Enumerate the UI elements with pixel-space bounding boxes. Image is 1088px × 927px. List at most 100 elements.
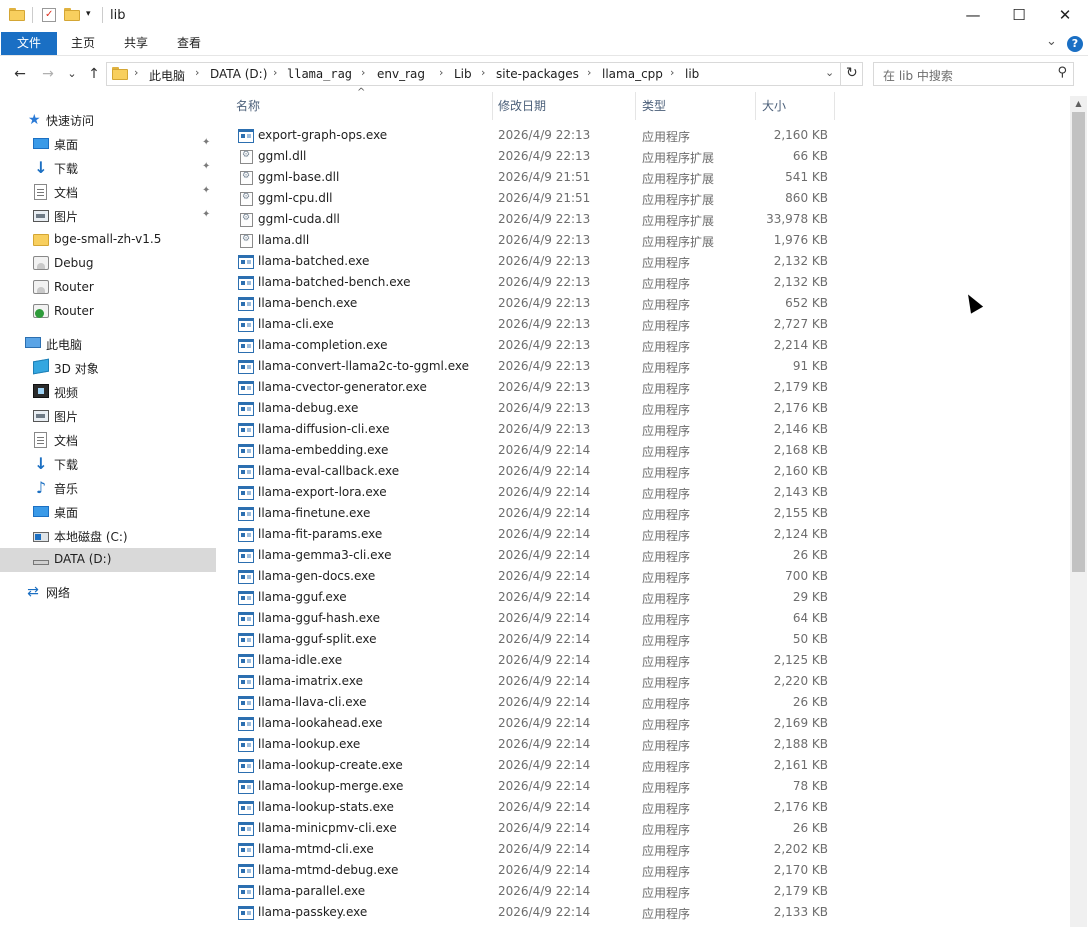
file-row[interactable]: llama-lookahead.exe 2026/4/9 22:14 应用程序 2,1… bbox=[218, 714, 1070, 735]
column-divider[interactable] bbox=[834, 92, 835, 120]
tab-file[interactable]: 文件 bbox=[1, 32, 57, 55]
forward-button[interactable]: → bbox=[38, 64, 58, 84]
breadcrumb-site-packages[interactable]: site-packages bbox=[496, 67, 579, 81]
sidebar-item-desktop[interactable]: 桌面 ✦ bbox=[0, 132, 216, 156]
breadcrumb-llama-rag[interactable]: llama_rag bbox=[287, 67, 352, 81]
column-header-date[interactable]: 修改日期 bbox=[498, 92, 633, 120]
column-header-name[interactable]: 名称 bbox=[236, 92, 491, 120]
sidebar-item-label: 3D 对象 bbox=[54, 362, 99, 376]
breadcrumb-lib[interactable]: Lib bbox=[454, 67, 472, 81]
file-row[interactable]: llama-cvector-generator.exe 2026/4/9 22:1… bbox=[218, 378, 1070, 399]
file-row[interactable]: llama-diffusion-cli.exe 2026/4/9 22:13 应用程… bbox=[218, 420, 1070, 441]
column-divider[interactable] bbox=[492, 92, 493, 120]
breadcrumb-llama-cpp[interactable]: llama_cpp bbox=[602, 67, 663, 81]
file-row[interactable]: llama-completion.exe 2026/4/9 22:13 应用程序 2,… bbox=[218, 336, 1070, 357]
file-row[interactable]: llama-llava-cli.exe 2026/4/9 22:14 应用程序 26 … bbox=[218, 693, 1070, 714]
file-row[interactable]: llama-bench.exe 2026/4/9 22:13 应用程序 652 KB bbox=[218, 294, 1070, 315]
file-row[interactable]: llama-gguf.exe 2026/4/9 22:14 应用程序 29 KB bbox=[218, 588, 1070, 609]
vertical-scrollbar[interactable]: ▲ bbox=[1070, 96, 1087, 927]
file-row[interactable]: llama-export-lora.exe 2026/4/9 22:14 应用程序 2… bbox=[218, 483, 1070, 504]
close-button[interactable]: ✕ bbox=[1042, 0, 1088, 30]
back-button[interactable]: ← bbox=[10, 64, 30, 84]
column-divider[interactable] bbox=[755, 92, 756, 120]
properties-icon[interactable]: ✓ bbox=[42, 8, 56, 22]
file-row[interactable]: llama-minicpmv-cli.exe 2026/4/9 22:14 应用程序… bbox=[218, 819, 1070, 840]
file-row[interactable]: llama-passkey.exe 2026/4/9 22:14 应用程序 2,133… bbox=[218, 903, 1070, 924]
file-row[interactable]: llama-gen-docs.exe 2026/4/9 22:14 应用程序 700 … bbox=[218, 567, 1070, 588]
new-folder-icon[interactable] bbox=[64, 8, 80, 21]
file-row[interactable]: llama-lookup-stats.exe 2026/4/9 22:14 应用程序… bbox=[218, 798, 1070, 819]
file-row[interactable]: llama-idle.exe 2026/4/9 22:14 应用程序 2,125 KB bbox=[218, 651, 1070, 672]
sidebar-item-downloads[interactable]: ↓ 下载 ✦ bbox=[0, 156, 216, 180]
file-row[interactable]: llama-lookup-create.exe 2026/4/9 22:14 应用程… bbox=[218, 756, 1070, 777]
file-row[interactable]: llama-gguf-hash.exe 2026/4/9 22:14 应用程序 64 … bbox=[218, 609, 1070, 630]
file-row[interactable]: llama-batched.exe 2026/4/9 22:13 应用程序 2,132… bbox=[218, 252, 1070, 273]
file-row[interactable]: llama-gguf-split.exe 2026/4/9 22:14 应用程序 50… bbox=[218, 630, 1070, 651]
sidebar-item-bge[interactable]: bge-small-zh-v1.5 bbox=[0, 228, 216, 252]
file-row[interactable]: llama-mtmd-debug.exe 2026/4/9 22:14 应用程序 2,… bbox=[218, 861, 1070, 882]
file-row[interactable]: llama-cli.exe 2026/4/9 22:13 应用程序 2,727 KB bbox=[218, 315, 1070, 336]
search-input[interactable]: 在 lib 中搜索 bbox=[883, 67, 953, 84]
file-row[interactable]: llama-lookup-merge.exe 2026/4/9 22:14 应用程序… bbox=[218, 777, 1070, 798]
file-row[interactable]: ggml-cpu.dll 2026/4/9 21:51 应用程序扩展 860 KB bbox=[218, 189, 1070, 210]
file-row[interactable]: llama-debug.exe 2026/4/9 22:13 应用程序 2,176 K… bbox=[218, 399, 1070, 420]
breadcrumb-env-rag[interactable]: env_rag bbox=[377, 67, 425, 81]
file-row[interactable]: llama.dll 2026/4/9 22:13 应用程序扩展 1,976 KB bbox=[218, 231, 1070, 252]
file-row[interactable]: export-graph-ops.exe 2026/4/9 22:13 应用程序 2,… bbox=[218, 126, 1070, 147]
breadcrumb-data-drive[interactable]: DATA (D:) bbox=[210, 67, 267, 81]
file-row[interactable]: llama-batched-bench.exe 2026/4/9 22:13 应用程… bbox=[218, 273, 1070, 294]
tab-share[interactable]: 共享 bbox=[114, 32, 158, 55]
sidebar-item-router[interactable]: Router bbox=[0, 276, 216, 300]
sidebar-item-pictures-pc[interactable]: 图片 bbox=[0, 404, 216, 428]
sidebar-item-router-2[interactable]: Router bbox=[0, 300, 216, 324]
sidebar-item-downloads-pc[interactable]: ↓ 下载 bbox=[0, 452, 216, 476]
sidebar-item-debug[interactable]: Debug bbox=[0, 252, 216, 276]
tab-home[interactable]: 主页 bbox=[62, 32, 104, 55]
file-row[interactable]: llama-embedding.exe 2026/4/9 22:14 应用程序 2,1… bbox=[218, 441, 1070, 462]
sidebar-network[interactable]: ⇄ 网络 bbox=[0, 580, 216, 604]
file-row[interactable]: ggml-base.dll 2026/4/9 21:51 应用程序扩展 541 KB bbox=[218, 168, 1070, 189]
recent-locations-button[interactable]: ⌄ bbox=[62, 64, 82, 84]
sidebar-item-documents[interactable]: 文档 ✦ bbox=[0, 180, 216, 204]
file-row[interactable]: llama-eval-callback.exe 2026/4/9 22:14 应用程… bbox=[218, 462, 1070, 483]
file-row[interactable]: llama-imatrix.exe 2026/4/9 22:14 应用程序 2,220… bbox=[218, 672, 1070, 693]
address-dropdown-icon[interactable]: ⌄ bbox=[825, 66, 834, 79]
file-row[interactable]: ggml.dll 2026/4/9 22:13 应用程序扩展 66 KB bbox=[218, 147, 1070, 168]
customize-toolbar-icon[interactable]: ▾ bbox=[86, 9, 91, 19]
file-row[interactable]: llama-lookup.exe 2026/4/9 22:14 应用程序 2,188 … bbox=[218, 735, 1070, 756]
up-button[interactable]: ↑ bbox=[84, 64, 104, 84]
search-icon[interactable]: ⚲ bbox=[1057, 65, 1067, 80]
sidebar-item-documents-pc[interactable]: 文档 bbox=[0, 428, 216, 452]
sidebar-item-videos[interactable]: 视频 bbox=[0, 380, 216, 404]
refresh-icon[interactable]: ↻ bbox=[846, 65, 858, 81]
help-icon[interactable]: ? bbox=[1067, 36, 1083, 52]
column-header-size[interactable]: 大小 bbox=[762, 92, 832, 120]
expand-ribbon-icon[interactable]: ⌄ bbox=[1046, 34, 1057, 49]
breadcrumb-this-pc[interactable]: 此电脑 bbox=[149, 67, 185, 84]
file-row[interactable]: llama-parallel.exe 2026/4/9 22:14 应用程序 2,17… bbox=[218, 882, 1070, 903]
sidebar-item-music[interactable]: ♪ 音乐 bbox=[0, 476, 216, 500]
sidebar-item-pictures[interactable]: 图片 ✦ bbox=[0, 204, 216, 228]
breadcrumb-lib-current[interactable]: lib bbox=[685, 67, 699, 81]
sidebar-item-3d-objects[interactable]: 3D 对象 bbox=[0, 356, 216, 380]
search-box[interactable]: 在 lib 中搜索 ⚲ bbox=[873, 62, 1074, 86]
minimize-button[interactable]: — bbox=[950, 0, 996, 30]
column-header-type[interactable]: 类型 bbox=[642, 92, 752, 120]
sidebar-item-desktop-pc[interactable]: 桌面 bbox=[0, 500, 216, 524]
sidebar-this-pc[interactable]: 此电脑 bbox=[0, 332, 216, 356]
tab-view[interactable]: 查看 bbox=[168, 32, 210, 55]
file-row[interactable]: ggml-cuda.dll 2026/4/9 22:13 应用程序扩展 33,978 … bbox=[218, 210, 1070, 231]
file-row[interactable]: llama-fit-params.exe 2026/4/9 22:14 应用程序 2,… bbox=[218, 525, 1070, 546]
scrollbar-thumb[interactable] bbox=[1072, 112, 1085, 572]
sidebar-item-data-d[interactable]: DATA (D:) bbox=[0, 548, 216, 572]
file-row[interactable]: llama-mtmd-cli.exe 2026/4/9 22:14 应用程序 2,20… bbox=[218, 840, 1070, 861]
address-bar[interactable]: › 此电脑 › DATA (D:) › llama_rag › env_rag … bbox=[106, 62, 863, 86]
sidebar-quick-access[interactable]: ★ 快速访问 bbox=[0, 108, 216, 132]
maximize-button[interactable]: ☐ bbox=[996, 0, 1042, 30]
file-row[interactable]: llama-gemma3-cli.exe 2026/4/9 22:14 应用程序 26… bbox=[218, 546, 1070, 567]
scroll-up-icon[interactable]: ▲ bbox=[1070, 96, 1087, 112]
sidebar-item-local-disk-c[interactable]: 本地磁盘 (C:) bbox=[0, 524, 216, 548]
column-divider[interactable] bbox=[635, 92, 636, 120]
file-row[interactable]: llama-finetune.exe 2026/4/9 22:14 应用程序 2,15… bbox=[218, 504, 1070, 525]
file-row[interactable]: llama-convert-llama2c-to-ggml.exe 2026/4/… bbox=[218, 357, 1070, 378]
